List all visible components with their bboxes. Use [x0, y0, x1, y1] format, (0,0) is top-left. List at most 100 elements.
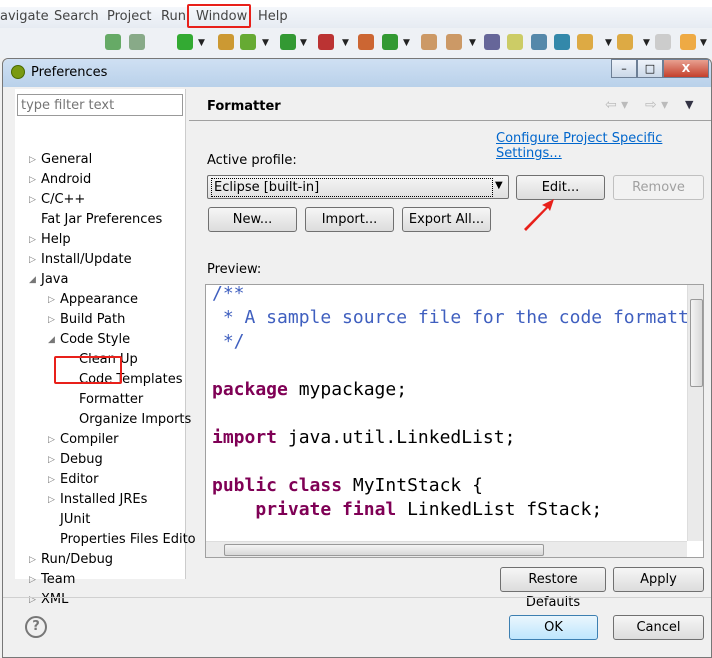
profile-select[interactable]: Eclipse [built-in] ▼ [207, 175, 509, 199]
toolbar-icon[interactable] [484, 34, 500, 50]
tree-item[interactable]: Installed JREs [60, 492, 147, 507]
header-divider [189, 120, 711, 121]
tree-item[interactable]: Run/Debug [41, 552, 113, 567]
toolbar-icon[interactable] [129, 34, 145, 50]
dropdown-arrow-icon[interactable]: ▼ [403, 38, 410, 48]
toolbar-icon[interactable] [446, 34, 462, 50]
eclipse-icon [11, 65, 25, 79]
close-button[interactable]: X [663, 59, 709, 78]
scroll-thumb[interactable] [224, 544, 544, 556]
dropdown-arrow-icon[interactable]: ▼ [605, 38, 612, 48]
dropdown-arrow-icon[interactable]: ▼ [262, 38, 269, 48]
collapsed-arrow-icon[interactable]: ▷ [48, 455, 55, 465]
toolbar-icon[interactable] [177, 34, 193, 50]
collapsed-arrow-icon[interactable]: ▷ [29, 155, 36, 165]
dropdown-arrow-icon[interactable]: ▼ [300, 38, 307, 48]
tree-item[interactable]: Organize Imports [79, 412, 191, 427]
scroll-thumb[interactable] [690, 299, 703, 387]
toolbar-icon[interactable] [507, 34, 523, 50]
ok-button[interactable]: OK [509, 615, 598, 640]
collapsed-arrow-icon[interactable]: ▷ [48, 435, 55, 445]
tree-item[interactable]: Properties Files Edito [60, 532, 196, 547]
code-line: /** [212, 285, 245, 304]
tree-item[interactable]: Android [41, 172, 91, 187]
tree-item[interactable]: Help [41, 232, 71, 247]
apply-button[interactable]: Apply [613, 567, 704, 592]
collapsed-arrow-icon[interactable]: ▷ [29, 575, 36, 585]
new-button[interactable]: New... [208, 207, 297, 232]
collapsed-arrow-icon[interactable]: ▷ [29, 255, 36, 265]
expanded-arrow-icon[interactable]: ◢ [29, 275, 36, 285]
dropdown-arrow-icon[interactable]: ▼ [342, 38, 349, 48]
toolbar-icon[interactable] [531, 34, 547, 50]
toolbar-icon[interactable] [218, 34, 234, 50]
toolbar-icon[interactable] [617, 34, 633, 50]
tree-item[interactable]: XML [41, 592, 68, 607]
dropdown-arrow-icon[interactable]: ▼ [469, 38, 476, 48]
vertical-scrollbar[interactable] [687, 285, 703, 541]
forward-icon[interactable]: ⇨ ▾ [645, 97, 668, 113]
view-menu-icon[interactable]: ▼ [685, 98, 693, 111]
cancel-button[interactable]: Cancel [613, 615, 704, 640]
menu-search[interactable]: Search [54, 9, 99, 24]
menu-run[interactable]: Run [161, 9, 186, 24]
tree-item[interactable]: Code Style [60, 332, 130, 347]
toolbar-icon[interactable] [105, 34, 121, 50]
code-line: */ [212, 331, 245, 352]
menu-navigate[interactable]: avigate [0, 9, 49, 24]
configure-project-link[interactable]: Configure Project Specific Settings... [496, 131, 711, 161]
toolbar-icon[interactable] [358, 34, 374, 50]
menu-help[interactable]: Help [258, 9, 288, 24]
tree-item[interactable]: Editor [60, 472, 98, 487]
tree-item[interactable]: Debug [60, 452, 103, 467]
tree-item[interactable]: Build Path [60, 312, 125, 327]
export-all-button[interactable]: Export All... [402, 207, 491, 232]
toolbar-icon[interactable] [240, 34, 256, 50]
code-token: import [212, 427, 278, 448]
tree-item[interactable]: Fat Jar Preferences [41, 212, 162, 227]
dropdown-arrow-icon[interactable]: ▼ [198, 38, 205, 48]
toolbar-icon[interactable] [421, 34, 437, 50]
expanded-arrow-icon[interactable]: ◢ [48, 335, 55, 345]
collapsed-arrow-icon[interactable]: ▷ [29, 175, 36, 185]
collapsed-arrow-icon[interactable]: ▷ [29, 235, 36, 245]
toolbar-icon[interactable] [554, 34, 570, 50]
help-icon[interactable]: ? [25, 616, 47, 638]
background-window-strip [0, 0, 712, 7]
tree-item[interactable]: Appearance [60, 292, 138, 307]
remove-button: Remove [613, 175, 704, 200]
tree-item[interactable]: Formatter [79, 392, 143, 407]
collapsed-arrow-icon[interactable]: ▷ [48, 295, 55, 305]
collapsed-arrow-icon[interactable]: ▷ [29, 555, 36, 565]
tree-item[interactable]: C/C++ [41, 192, 85, 207]
dropdown-arrow-icon[interactable]: ▼ [700, 38, 707, 48]
toolbar-icon[interactable] [280, 34, 296, 50]
dropdown-arrow-icon[interactable]: ▼ [643, 38, 650, 48]
horizontal-scrollbar[interactable] [206, 541, 687, 557]
toolbar-icon[interactable] [655, 34, 671, 50]
title-bar: Preferences – □ X [3, 59, 711, 87]
restore-defaults-button[interactable]: Restore Defaults [500, 567, 606, 610]
import-button[interactable]: Import... [305, 207, 394, 232]
tree-item[interactable]: Install/Update [41, 252, 132, 267]
code-token: private final [255, 499, 397, 520]
collapsed-arrow-icon[interactable]: ▷ [29, 195, 36, 205]
highlight-formatter [54, 356, 122, 384]
tree-item[interactable]: General [41, 152, 92, 167]
tree-item[interactable]: Compiler [60, 432, 119, 447]
toolbar-icon[interactable] [680, 34, 696, 50]
filter-input[interactable] [17, 94, 183, 116]
maximize-button[interactable]: □ [637, 59, 663, 78]
tree-item[interactable]: Java [41, 272, 68, 287]
toolbar-icon[interactable] [318, 34, 334, 50]
menu-project[interactable]: Project [107, 9, 151, 24]
toolbar-icon[interactable] [577, 34, 593, 50]
collapsed-arrow-icon[interactable]: ▷ [48, 475, 55, 485]
back-icon[interactable]: ⇦ ▾ [605, 97, 628, 113]
tree-item[interactable]: JUnit [60, 512, 90, 527]
collapsed-arrow-icon[interactable]: ▷ [48, 495, 55, 505]
minimize-button[interactable]: – [611, 59, 637, 78]
collapsed-arrow-icon[interactable]: ▷ [48, 315, 55, 325]
toolbar-icon[interactable] [382, 34, 398, 50]
tree-item[interactable]: Team [41, 572, 75, 587]
